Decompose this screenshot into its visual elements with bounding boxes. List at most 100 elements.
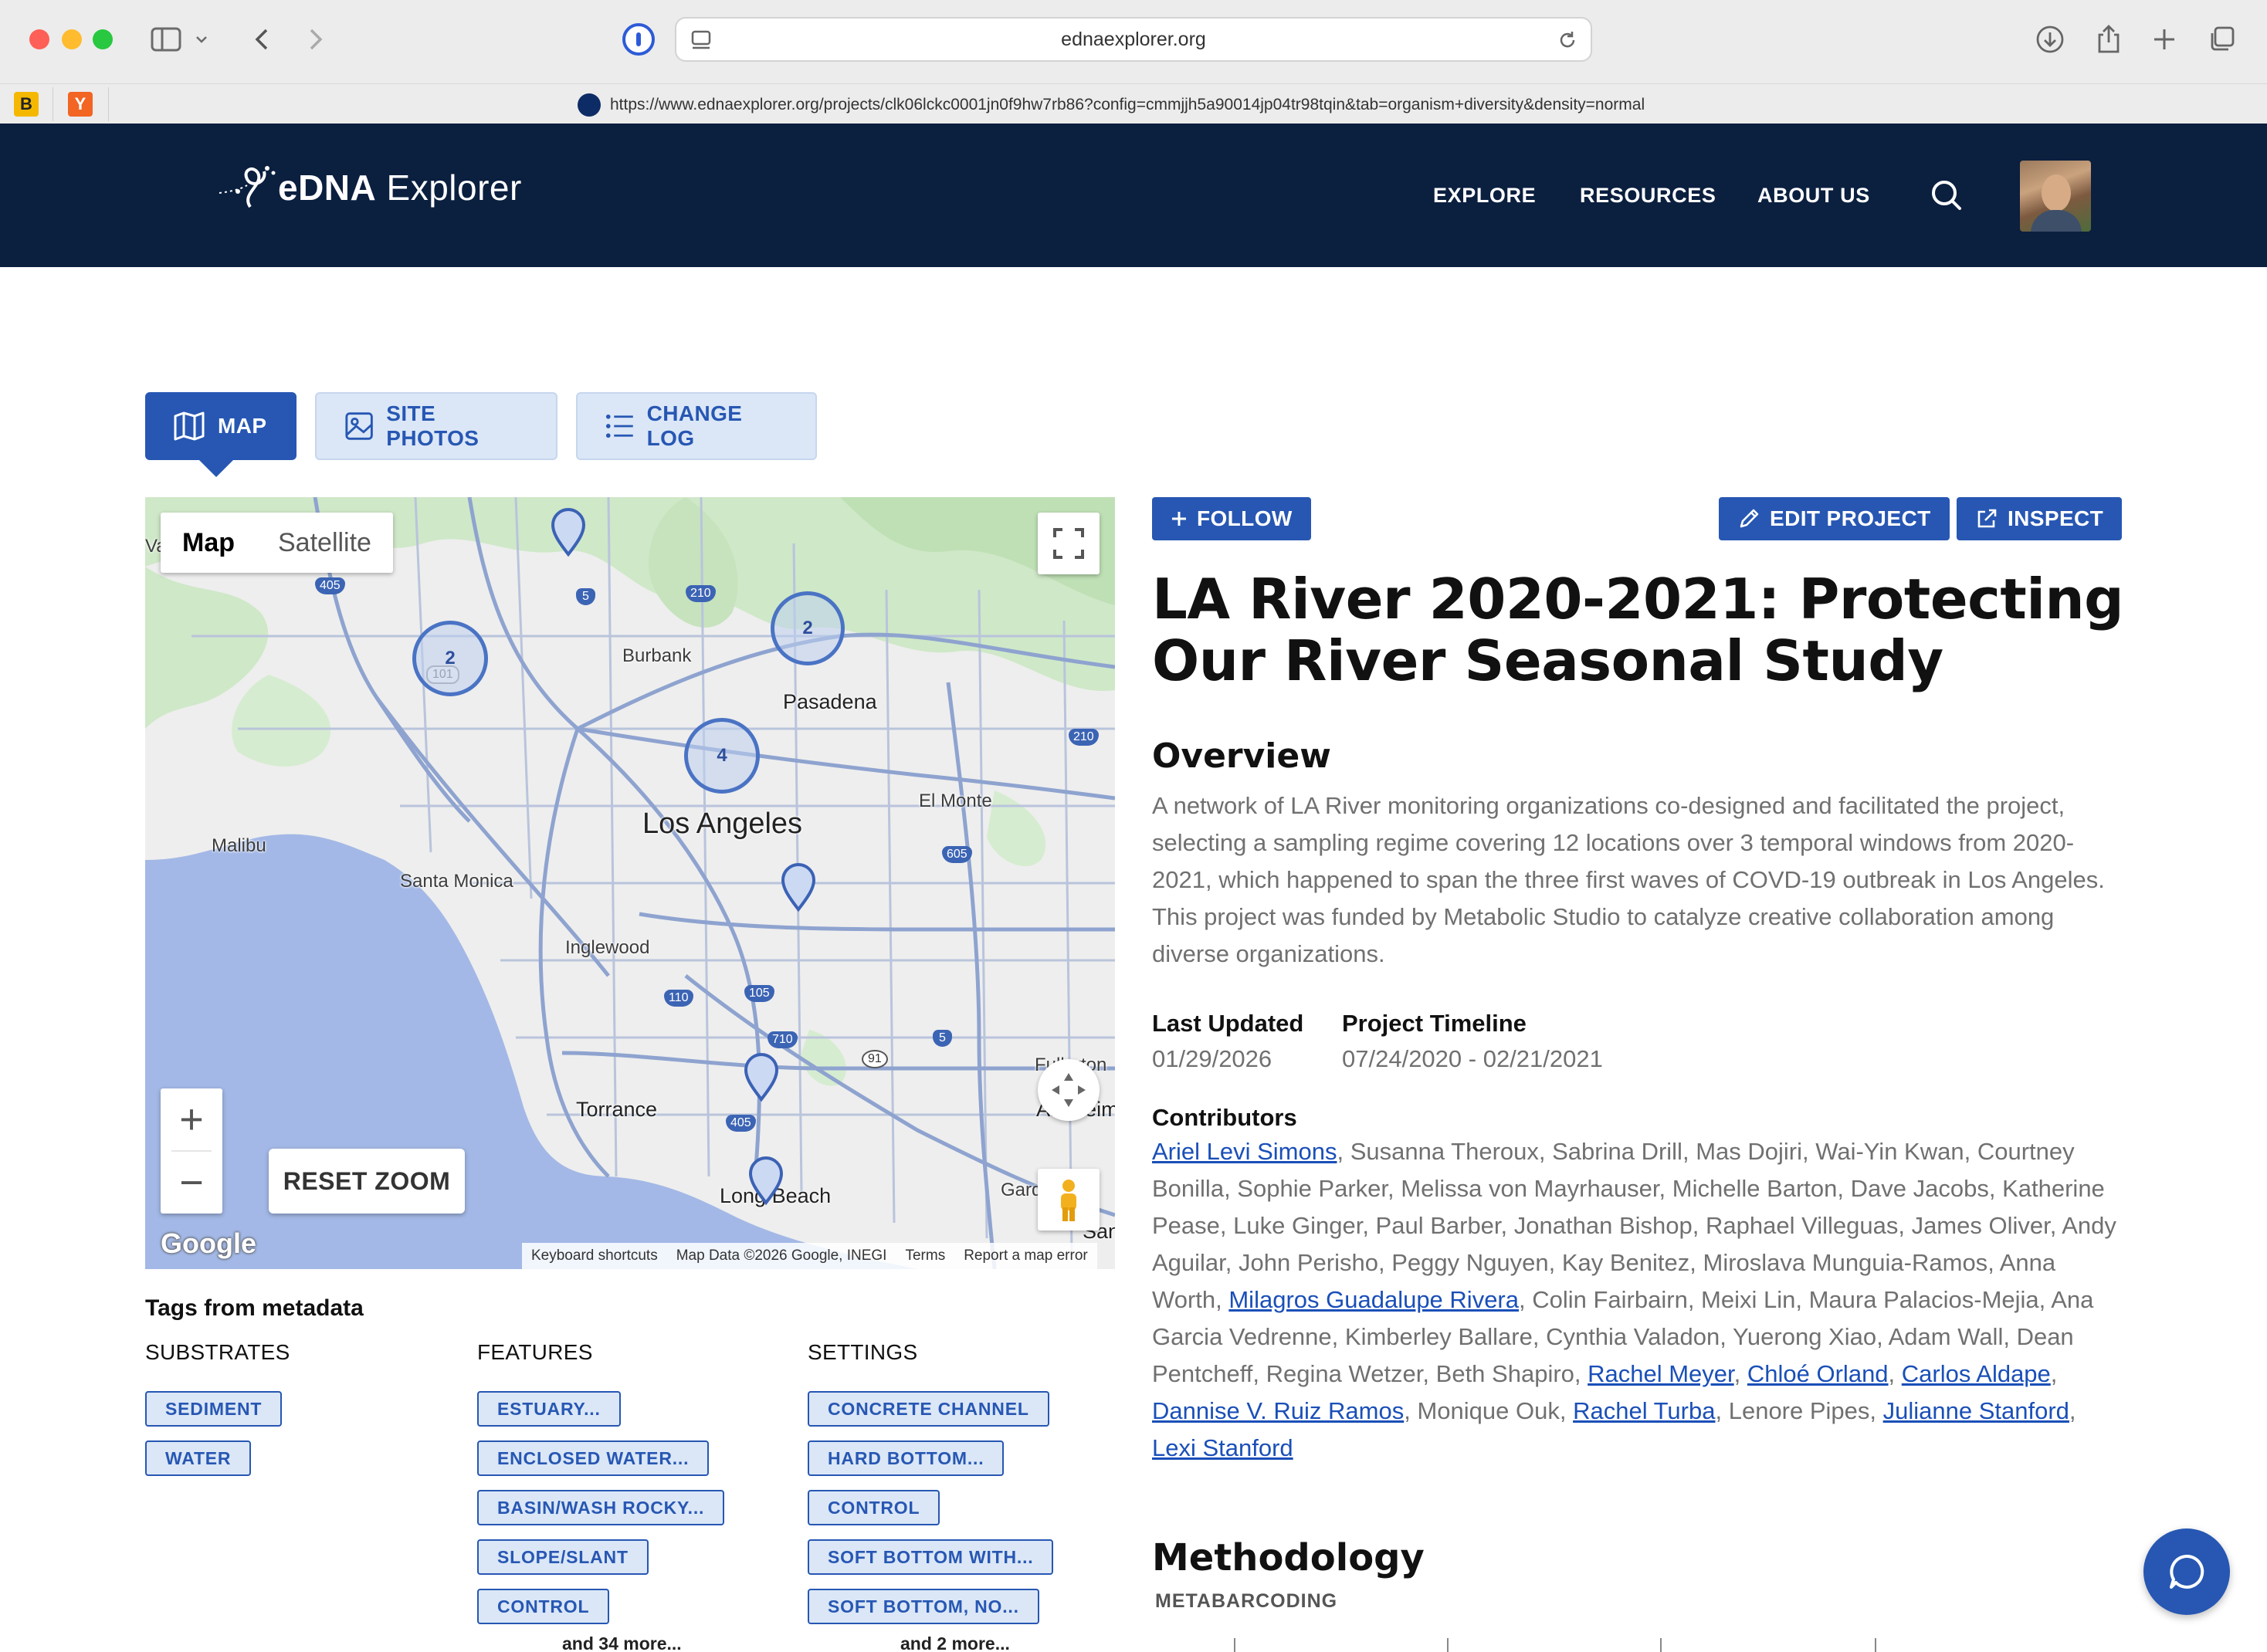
contributor-link[interactable]: Rachel Meyer xyxy=(1588,1360,1734,1387)
sidebar-toggle-icon[interactable] xyxy=(147,20,185,59)
contributor-link[interactable]: Julianne Stanford xyxy=(1883,1397,2069,1424)
site-pin-icon[interactable] xyxy=(747,1155,784,1206)
tag-chip[interactable]: BASIN/WASH ROCKY... xyxy=(477,1490,725,1525)
methodology-step-tick xyxy=(1660,1638,1662,1652)
tag-chip[interactable]: SEDIMENT xyxy=(145,1391,283,1427)
nav-about-us[interactable]: ABOUT US xyxy=(1757,184,1870,208)
minimize-window-button[interactable] xyxy=(62,29,82,49)
contributor-link[interactable]: Chloé Orland xyxy=(1747,1360,1889,1387)
favorite-y-icon[interactable]: Y xyxy=(68,92,93,117)
terms-link[interactable]: Terms xyxy=(905,1247,945,1264)
tag-chip[interactable]: SLOPE/SLANT xyxy=(477,1539,649,1575)
reload-icon[interactable] xyxy=(1557,29,1578,56)
edit-project-button[interactable]: EDIT PROJECT xyxy=(1719,497,1950,540)
nav-resources[interactable]: RESOURCES xyxy=(1580,184,1716,208)
contributor-name: Kimberley Ballare xyxy=(1344,1323,1533,1350)
follow-button[interactable]: FOLLOW xyxy=(1152,497,1311,540)
map-data-credit: Map Data ©2026 Google, INEGI xyxy=(676,1247,887,1264)
favorite-b-icon[interactable]: B xyxy=(14,92,39,117)
highway-shield: 91 xyxy=(862,1050,888,1068)
contributor-name: Michelle Barton xyxy=(1672,1175,1838,1202)
site-pin-icon[interactable] xyxy=(780,862,817,912)
settings-more-link[interactable]: and 2 more... xyxy=(900,1633,1010,1652)
map-type-satellite-option[interactable]: Satellite xyxy=(256,513,393,573)
contributor-name: Luke Ginger xyxy=(1233,1212,1363,1239)
zoom-out-button[interactable]: − xyxy=(161,1152,222,1214)
forward-arrow-icon[interactable] xyxy=(297,20,335,59)
tags-heading: Tags from metadata xyxy=(145,1295,364,1321)
contributor-name: Paul Barber xyxy=(1375,1212,1501,1239)
tag-chip[interactable]: HARD BOTTOM... xyxy=(808,1440,1005,1476)
contributor-name: James Oliver xyxy=(1911,1212,2050,1239)
chat-button[interactable] xyxy=(2143,1528,2230,1615)
site-pin-icon[interactable] xyxy=(743,1051,780,1102)
contributor-name: Wai-Yin Kwan xyxy=(1815,1138,1964,1165)
tab-overview-icon[interactable] xyxy=(2202,20,2241,59)
substrates-heading: SUBSTRATES xyxy=(145,1340,290,1364)
tag-chip[interactable]: CONCRETE CHANNEL xyxy=(808,1391,1049,1427)
close-window-button[interactable] xyxy=(29,29,49,49)
map-icon xyxy=(174,411,205,441)
downloads-icon[interactable] xyxy=(2031,20,2069,59)
tag-chip[interactable]: WATER xyxy=(145,1440,252,1476)
contributor-link[interactable]: Ariel Levi Simons xyxy=(1152,1138,1337,1165)
keyboard-shortcuts-link[interactable]: Keyboard shortcuts xyxy=(531,1247,658,1264)
user-avatar[interactable] xyxy=(2020,161,2091,232)
address-text: ednaexplorer.org xyxy=(1061,28,1206,50)
report-map-error-link[interactable]: Report a map error xyxy=(964,1247,1088,1264)
zoom-control: + − xyxy=(161,1088,222,1214)
nav-explore[interactable]: EXPLORE xyxy=(1433,184,1536,208)
contributor-link[interactable]: Carlos Aldape xyxy=(1902,1360,2051,1387)
highway-shield: 605 xyxy=(942,846,972,863)
last-updated-value: 01/29/2026 xyxy=(1152,1045,1272,1072)
contributor-link[interactable]: Dannise V. Ruiz Ramos xyxy=(1152,1397,1404,1424)
street-view-pegman-icon[interactable] xyxy=(1038,1169,1100,1231)
features-more-link[interactable]: and 34 more... xyxy=(562,1633,682,1652)
share-icon[interactable] xyxy=(2089,20,2128,59)
contributor-link[interactable]: Rachel Turba xyxy=(1573,1397,1715,1424)
google-logo[interactable]: Google xyxy=(161,1227,256,1260)
site-cluster-marker[interactable]: 4 xyxy=(684,718,760,794)
tag-chip[interactable]: ENCLOSED WATER... xyxy=(477,1440,710,1476)
methodology-heading: Methodology xyxy=(1152,1536,1425,1579)
tag-chip[interactable]: SOFT BOTTOM, NO... xyxy=(808,1589,1039,1624)
site-cluster-marker[interactable]: 2 xyxy=(771,591,845,665)
site-pin-icon[interactable] xyxy=(550,506,587,557)
contributor-link[interactable]: Milagros Guadalupe Rivera xyxy=(1228,1286,1519,1313)
password-manager-icon[interactable] xyxy=(622,23,655,56)
rotate-map-icon[interactable] xyxy=(1038,1059,1100,1121)
contributor-name: Regina Wetzer xyxy=(1266,1360,1423,1387)
map-attribution: Keyboard shortcuts Map Data ©2026 Google… xyxy=(522,1243,1097,1269)
place-label: Torrance xyxy=(576,1098,658,1121)
favorites-bar: B Y https://www.ednaexplorer.org/project… xyxy=(0,83,2267,124)
edna-logo[interactable]: eDNA Explorer xyxy=(216,162,522,213)
project-timeline-value: 07/24/2020 - 02/21/2021 xyxy=(1342,1045,1603,1072)
site-cluster-marker[interactable]: 2 xyxy=(412,621,488,696)
highway-shield: 710 xyxy=(768,1031,798,1048)
reset-zoom-button[interactable]: RESET ZOOM xyxy=(269,1149,465,1214)
tag-chip[interactable]: CONTROL xyxy=(808,1490,940,1525)
contributor-name: Kay Benitez xyxy=(1561,1249,1690,1276)
contributor-name: Melissa von Mayrhauser xyxy=(1401,1175,1659,1202)
follow-label: FOLLOW xyxy=(1197,506,1293,530)
zoom-in-button[interactable]: + xyxy=(161,1088,222,1150)
tab-change-log[interactable]: CHANGE LOG xyxy=(576,392,817,460)
project-map[interactable]: 405 5 210 101 210 605 110 105 710 5 91 4… xyxy=(145,497,1115,1269)
tab-site-photos[interactable]: SITE PHOTOS xyxy=(315,392,557,460)
chevron-down-icon[interactable] xyxy=(190,20,213,59)
search-icon[interactable] xyxy=(1926,174,1969,218)
maximize-window-button[interactable] xyxy=(93,29,113,49)
address-bar[interactable]: ednaexplorer.org xyxy=(675,17,1592,62)
map-type-map-option[interactable]: Map xyxy=(161,513,256,573)
tag-chip[interactable]: SOFT BOTTOM WITH... xyxy=(808,1539,1054,1575)
new-tab-icon[interactable] xyxy=(2145,20,2184,59)
highway-shield: 105 xyxy=(744,985,774,1002)
contributor-link[interactable]: Lexi Stanford xyxy=(1152,1434,1293,1461)
fullscreen-icon[interactable] xyxy=(1038,513,1100,574)
contributor-name: Miroslava Munguia-Ramos xyxy=(1703,1249,1988,1276)
tab-map[interactable]: MAP xyxy=(145,392,297,477)
inspect-button[interactable]: INSPECT xyxy=(1957,497,2123,540)
tag-chip[interactable]: ESTUARY... xyxy=(477,1391,621,1427)
tag-chip[interactable]: CONTROL xyxy=(477,1589,610,1624)
back-arrow-icon[interactable] xyxy=(242,20,281,59)
